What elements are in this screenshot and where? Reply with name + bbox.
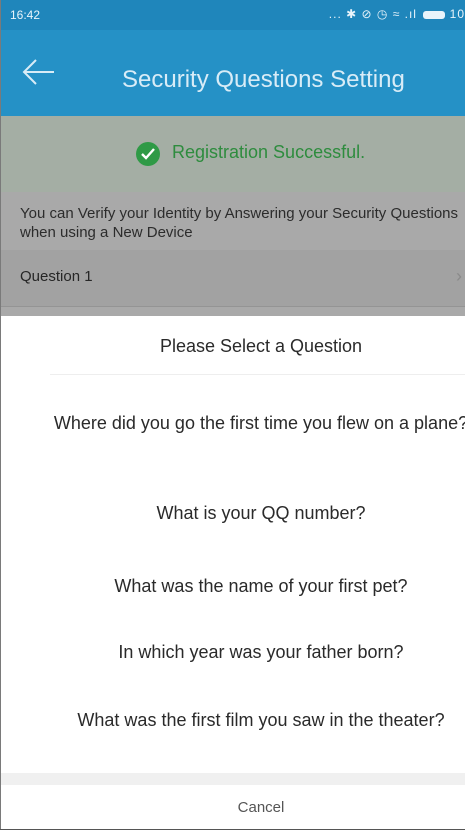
arrow-left-icon: [22, 59, 54, 85]
question-option[interactable]: Where did you go the first time you flew…: [0, 412, 465, 435]
question-1-label: Question 1: [20, 268, 93, 285]
sheet-title: Please Select a Question: [159, 336, 363, 356]
check-circle-icon: [136, 142, 160, 166]
status-bar: 16:42 ... ✱ ⊘ ◷ ≈ .ıl 10: [0, 0, 465, 30]
back-button[interactable]: [20, 52, 60, 92]
success-banner: Registration Successful.: [0, 116, 465, 192]
screen: 16:42 ... ✱ ⊘ ◷ ≈ .ıl 10 Security Questi…: [0, 0, 465, 830]
divider: [50, 374, 465, 375]
chevron-right-icon: ›: [456, 266, 462, 286]
question-1-row[interactable]: Question 1 ›: [0, 250, 465, 307]
status-time: 16:42: [10, 8, 41, 22]
success-message: Registration Successful.: [172, 142, 366, 162]
dimmed-page: Registration Successful. You can Verify …: [0, 116, 465, 316]
question-option[interactable]: What was the first film you saw in the t…: [0, 709, 465, 732]
info-section: You can Verify your Identity by Answerin…: [0, 192, 465, 250]
info-text: You can Verify your Identity by Answerin…: [20, 205, 459, 241]
battery-level: 10: [449, 7, 465, 21]
question-option[interactable]: What is your QQ number?: [0, 502, 465, 525]
battery-icon: [423, 10, 446, 19]
cancel-button[interactable]: Cancel: [0, 785, 465, 830]
question-option[interactable]: In which year was your father born?: [0, 641, 465, 664]
page-title: Security Questions Setting: [122, 66, 405, 93]
status-icons: ... ✱ ⊘ ◷ ≈ .ıl 10: [329, 7, 465, 21]
question-option[interactable]: What was the name of your first pet?: [0, 575, 465, 598]
frame-border: [0, 0, 1, 830]
sheet-separator: [0, 773, 465, 785]
question-picker-sheet: Please Select a Question Where did you g…: [0, 316, 465, 830]
status-icons-text: ... ✱ ⊘ ◷ ≈ .ıl: [328, 7, 417, 21]
app-bar: Security Questions Setting: [0, 30, 465, 116]
